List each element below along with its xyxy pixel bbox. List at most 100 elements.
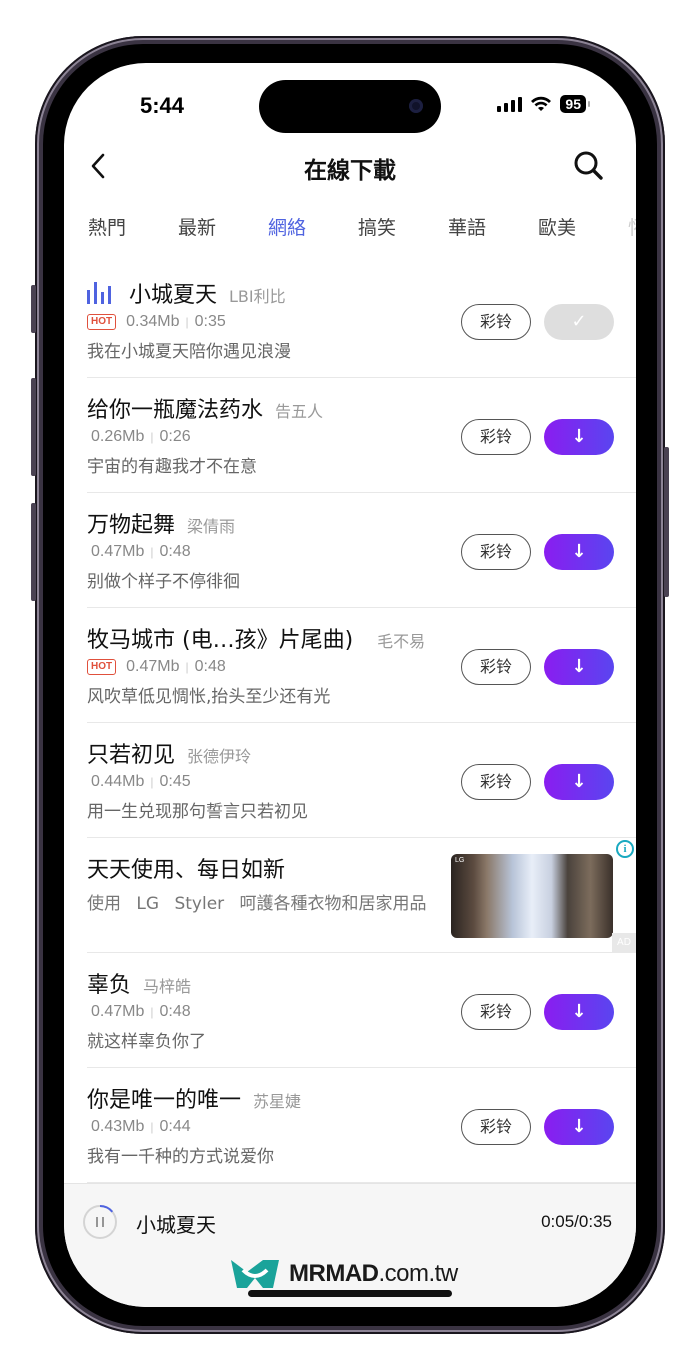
tab-hot[interactable]: 熱門 [88,213,178,243]
playback-progress-ring [99,1205,114,1213]
download-button[interactable]: ↓ [544,534,614,570]
separator: | [150,545,154,559]
download-button[interactable]: ↓ [544,994,614,1030]
download-arrow-icon: ↓ [571,656,587,677]
download-button[interactable]: ↓ [544,1109,614,1145]
tab-nostalgic[interactable]: 怀 [628,213,636,243]
home-indicator[interactable] [248,1290,452,1297]
lyric-preview: 用一生兑现那句誓言只若初见 [87,802,308,822]
lyric-preview: 别做个样子不停徘徊 [87,572,240,592]
volume-up-button [31,378,36,476]
watermark: MRMAD.com.tw [229,1258,458,1290]
song-title: 你是唯一的唯一 [87,1088,242,1113]
download-arrow-icon: ↓ [571,1001,587,1022]
info-icon[interactable]: i [616,840,634,858]
screen: 5:44 95 在線下載 熱門 最新 網絡 搞笑 華語 歐美 怀 [64,63,636,1307]
song-title: 万物起舞 [87,513,176,538]
download-arrow-icon: ↓ [571,1116,587,1137]
download-arrow-icon: ↓ [571,426,587,447]
duration: 0:44 [159,1118,191,1135]
duration: 0:35 [194,313,226,330]
category-tabs: 熱門 最新 網絡 搞笑 華語 歐美 怀 [88,213,636,243]
file-size: 0.26Mb [91,428,145,445]
song-artist: 梁倩雨 [187,517,236,536]
ringtone-button[interactable]: 彩铃 [461,649,531,685]
ringtone-button[interactable]: 彩铃 [461,534,531,570]
volume-down-button [31,503,36,601]
separator: | [185,315,189,329]
file-size: 0.34Mb [126,313,180,330]
separator: | [150,775,154,789]
now-playing-title: 小城夏天 [136,1213,216,1237]
pause-icon[interactable] [82,1204,118,1240]
lyric-preview: 就这样辜负你了 [87,1032,206,1052]
downloaded-button[interactable]: ✓ [544,304,614,340]
separator: | [185,660,189,674]
ad-banner[interactable]: 天天使用、每日如新 使用 LG Styler 呵護各種衣物和居家用品 LG i … [87,838,636,953]
checkmark-icon: ✓ [571,311,587,332]
hot-badge: HOT [87,659,117,675]
song-artist: LBI利比 [229,287,286,306]
song-title: 只若初见 [87,743,176,768]
wifi-icon [531,96,552,111]
download-arrow-icon: ↓ [571,541,587,562]
list-item[interactable]: 辜负 马梓皓 0.47Mb | 0:48 就这样辜负你了 彩铃 ↓ [87,953,636,1068]
ringtone-button[interactable]: 彩铃 [461,764,531,800]
ringtone-button[interactable]: 彩铃 [461,994,531,1030]
ringtone-button[interactable]: 彩铃 [461,304,531,340]
song-title: 牧马城市 (电…孩》片尾曲) [87,628,354,653]
download-arrow-icon: ↓ [571,771,587,792]
download-button[interactable]: ↓ [544,419,614,455]
tab-funny[interactable]: 搞笑 [358,213,448,243]
lyric-preview: 我有一千种的方式说爱你 [87,1147,274,1167]
song-artist: 马梓皓 [143,977,192,996]
ringtone-button[interactable]: 彩铃 [461,1109,531,1145]
list-item[interactable]: 给你一瓶魔法药水 告五人 0.26Mb | 0:26 宇宙的有趣我才不在意 彩铃… [87,378,636,493]
song-artist: 毛不易 [377,632,426,651]
tab-network[interactable]: 網絡 [268,213,358,243]
mini-player: 小城夏天 0:05/0:35 MRMAD.com.tw [64,1183,636,1307]
dynamic-island [259,80,441,133]
ad-badge: AD [612,933,636,953]
list-item[interactable]: 万物起舞 梁倩雨 0.47Mb | 0:48 别做个样子不停徘徊 彩铃 ↓ [87,493,636,608]
song-title: 给你一瓶魔法药水 [87,398,264,423]
ad-image-logo: LG [455,857,465,864]
tab-chinese[interactable]: 華語 [448,213,538,243]
lyric-preview: 我在小城夏天陪你遇见浪漫 [87,342,291,362]
song-title: 辜负 [87,973,132,998]
duration: 0:48 [159,543,191,560]
now-playing-equalizer-icon [87,282,111,304]
search-icon[interactable] [572,149,606,183]
song-list: 小城夏天 LBI利比 HOT 0.34Mb | 0:35 我在小城夏天陪你遇见浪… [64,263,636,1183]
separator: | [150,1005,154,1019]
battery-indicator: 95 [560,95,586,113]
file-size: 0.44Mb [91,773,145,790]
duration: 0:45 [159,773,191,790]
ringtone-button[interactable]: 彩铃 [461,419,531,455]
list-item[interactable]: 只若初见 张德伊玲 0.44Mb | 0:45 用一生兑现那句誓言只若初见 彩铃… [87,723,636,838]
file-size: 0.43Mb [91,1118,145,1135]
nav-header: 在線下載 [64,141,636,191]
ad-image[interactable]: LG [451,854,613,938]
power-button [664,447,669,597]
page-title: 在線下載 [304,158,396,184]
status-icons: 95 [497,95,590,113]
mrmad-logo-icon [231,1260,279,1288]
list-item[interactable]: 小城夏天 LBI利比 HOT 0.34Mb | 0:35 我在小城夏天陪你遇见浪… [87,263,636,378]
tab-latest[interactable]: 最新 [178,213,268,243]
file-size: 0.47Mb [126,658,180,675]
song-artist: 告五人 [275,402,324,421]
download-button[interactable]: ↓ [544,764,614,800]
file-size: 0.47Mb [91,543,145,560]
battery-nub [588,101,590,107]
separator: | [150,430,154,444]
duration: 0:26 [159,428,191,445]
cellular-signal-icon [497,96,523,112]
ad-description: 使用 LG Styler 呵護各種衣物和居家用品 [87,894,427,914]
download-button[interactable]: ↓ [544,649,614,685]
tab-western[interactable]: 歐美 [538,213,628,243]
duration: 0:48 [194,658,226,675]
list-item[interactable]: 牧马城市 (电…孩》片尾曲) 毛不易 HOT 0.47Mb | 0:48 风吹草… [87,608,636,723]
list-item[interactable]: 你是唯一的唯一 苏星婕 0.43Mb | 0:44 我有一千种的方式说爱你 彩铃… [87,1068,636,1183]
separator: | [150,1120,154,1134]
